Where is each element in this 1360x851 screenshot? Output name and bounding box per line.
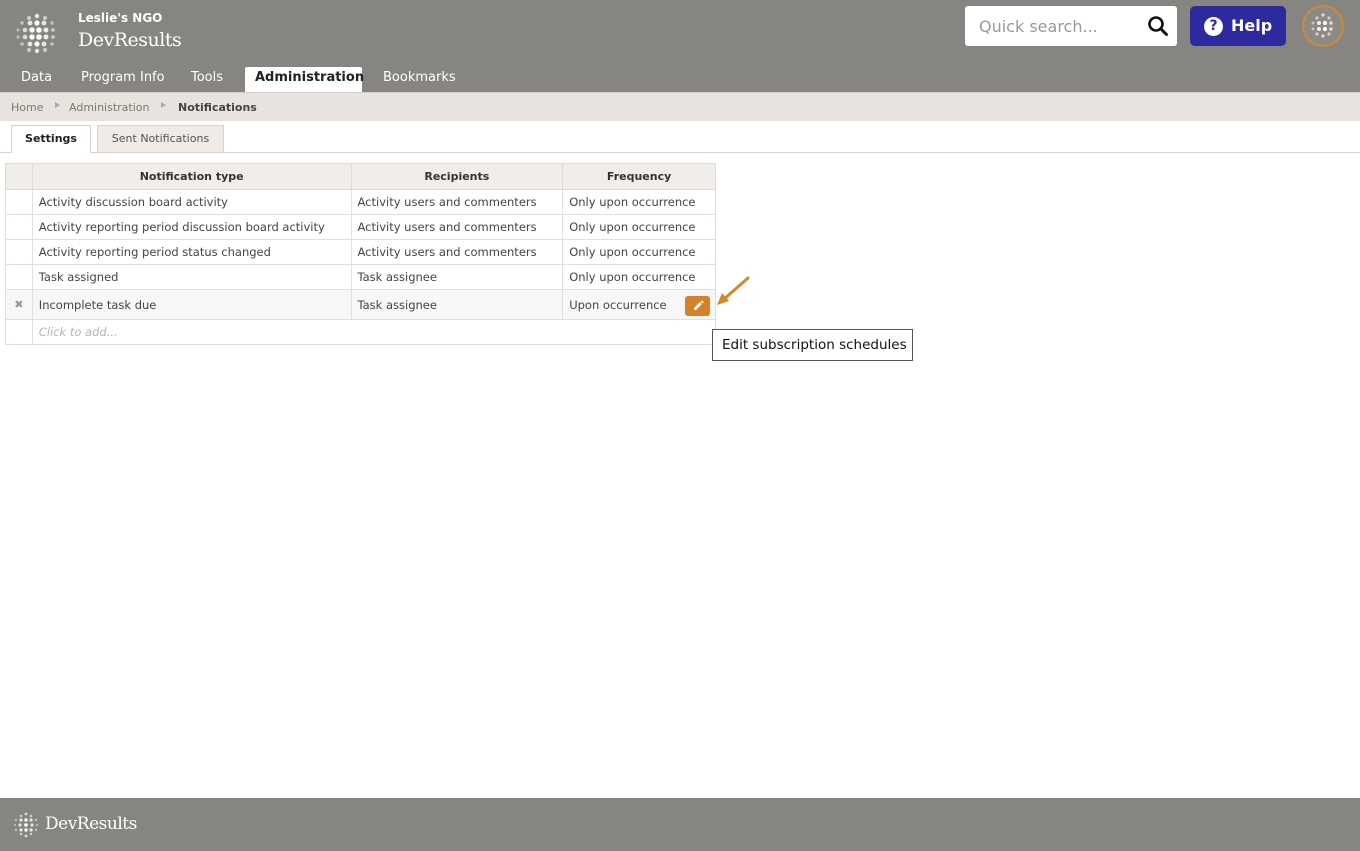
footer-brand: DevResults	[45, 814, 137, 834]
breadcrumb-separator-icon	[55, 102, 60, 108]
question-circle-icon: ?	[1204, 17, 1223, 36]
notification-type-cell[interactable]: Task assigned	[31, 264, 352, 290]
breadcrumb-separator-icon	[161, 102, 166, 108]
table-row[interactable]: Activity discussion board activity Activ…	[5, 189, 716, 215]
recipients-cell[interactable]: Activity users and commenters	[350, 189, 564, 215]
nav-data[interactable]: Data	[11, 67, 62, 92]
breadcrumb-current: Notifications	[178, 101, 257, 114]
edit-tooltip: Edit subscription schedules	[712, 329, 913, 361]
notification-type-cell[interactable]: Incomplete task due	[31, 289, 352, 320]
annotation-arrow-icon	[717, 276, 750, 305]
breadcrumb: Home Administration Notifications	[0, 92, 1360, 121]
notification-type-cell[interactable]: Activity reporting period status changed	[31, 239, 352, 265]
quick-search	[965, 6, 1177, 46]
frequency-cell[interactable]: Only upon occurrence	[562, 189, 716, 215]
notifications-table: Notification type Recipients Frequency A…	[5, 163, 717, 345]
column-header-notification-type[interactable]: Notification type	[31, 163, 352, 190]
edit-schedule-button[interactable]	[685, 296, 710, 316]
frequency-cell[interactable]: Only upon occurrence	[562, 264, 716, 290]
frequency-cell[interactable]: Only upon occurrence	[562, 214, 716, 240]
footer: DevResults	[0, 798, 1360, 851]
row-selector	[5, 319, 33, 345]
pencil-icon	[694, 300, 704, 310]
top-header: Leslie's NGO DevResults ? Help Data Prog…	[0, 0, 1360, 92]
row-selector[interactable]	[5, 239, 33, 265]
globe-avatar-icon	[1311, 13, 1333, 38]
select-column-header	[5, 163, 33, 190]
table-row-hovered[interactable]: ✖ Incomplete task due Task assignee Upon…	[5, 289, 716, 320]
breadcrumb-administration[interactable]: Administration	[69, 101, 150, 114]
nav-administration[interactable]: Administration	[245, 67, 364, 92]
row-selector[interactable]	[5, 189, 33, 215]
help-label: Help	[1231, 16, 1273, 35]
search-icon[interactable]	[1147, 15, 1169, 37]
globe-logo-icon[interactable]	[13, 10, 61, 58]
recipients-cell[interactable]: Activity users and commenters	[350, 239, 564, 265]
help-button[interactable]: ? Help	[1190, 6, 1286, 46]
add-row-placeholder[interactable]: Click to add...	[39, 325, 118, 339]
breadcrumb-home[interactable]: Home	[11, 101, 43, 114]
notification-type-cell[interactable]: Activity reporting period discussion boa…	[31, 214, 352, 240]
nav-bookmarks[interactable]: Bookmarks	[373, 67, 466, 92]
recipients-cell[interactable]: Activity users and commenters	[350, 214, 564, 240]
row-selector[interactable]	[5, 214, 33, 240]
nav-program-info[interactable]: Program Info	[71, 67, 175, 92]
tab-sent-notifications[interactable]: Sent Notifications	[97, 125, 224, 153]
nav-tools[interactable]: Tools	[181, 67, 233, 92]
column-header-recipients[interactable]: Recipients	[350, 163, 564, 190]
add-row[interactable]: Click to add...	[5, 319, 717, 345]
tab-settings[interactable]: Settings	[11, 125, 91, 153]
notification-type-cell[interactable]: Activity discussion board activity	[31, 189, 352, 215]
add-row-cell[interactable]: Click to add...	[31, 319, 717, 345]
search-input[interactable]	[965, 6, 1140, 46]
table-row[interactable]: Activity reporting period discussion boa…	[5, 214, 716, 240]
recipients-cell[interactable]: Task assignee	[350, 264, 564, 290]
globe-logo-icon	[13, 812, 39, 838]
column-header-frequency[interactable]: Frequency	[562, 163, 716, 190]
row-selector[interactable]	[5, 264, 33, 290]
frequency-cell[interactable]: Only upon occurrence	[562, 239, 716, 265]
user-avatar[interactable]	[1302, 5, 1344, 47]
recipients-cell[interactable]: Task assignee	[350, 289, 564, 320]
table-row[interactable]: Task assigned Task assignee Only upon oc…	[5, 264, 716, 290]
table-header-row: Notification type Recipients Frequency	[5, 163, 716, 190]
delete-row-close-icon[interactable]: ✖	[5, 289, 33, 320]
table-row[interactable]: Activity reporting period status changed…	[5, 239, 716, 265]
app-brand[interactable]: DevResults	[78, 29, 182, 51]
organization-name: Leslie's NGO	[78, 11, 163, 25]
